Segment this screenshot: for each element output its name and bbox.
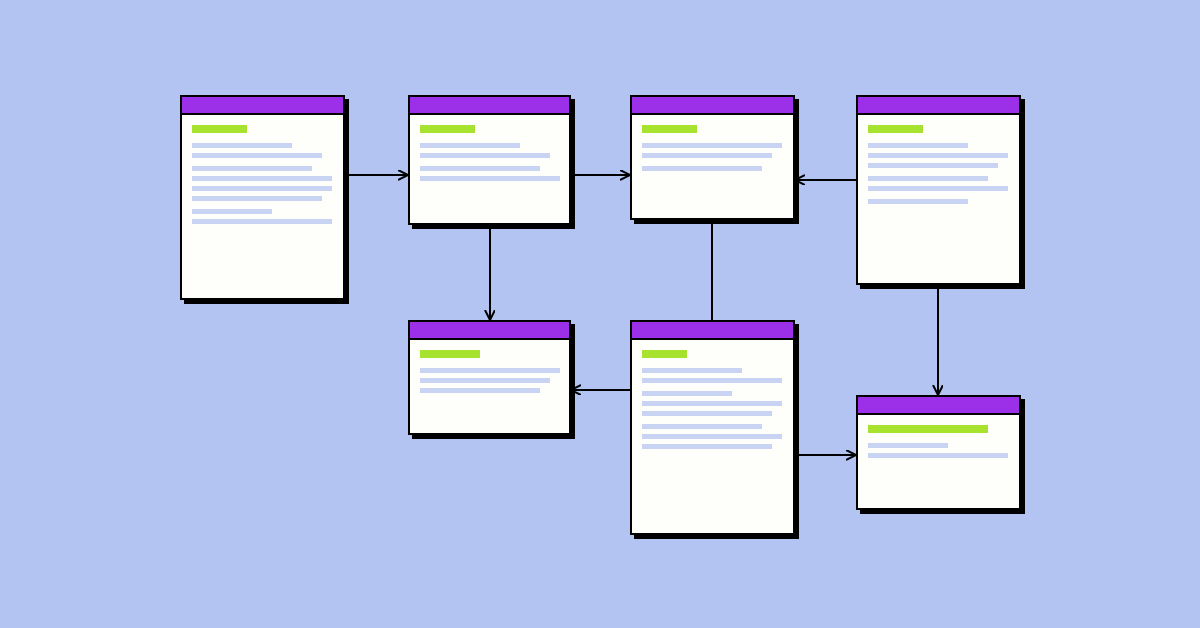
card-body: [858, 415, 1019, 474]
document-card-b: [408, 95, 571, 225]
text-line: [642, 434, 782, 439]
card-header: [410, 97, 569, 115]
card-header: [632, 97, 793, 115]
text-paragraph: [420, 143, 559, 158]
text-line: [642, 401, 782, 406]
text-line: [642, 411, 772, 416]
card-body: [632, 340, 793, 465]
text-line: [642, 378, 782, 383]
text-line: [420, 143, 520, 148]
text-line: [868, 199, 968, 204]
text-paragraph: [642, 166, 783, 171]
text-line: [192, 196, 322, 201]
text-paragraph: [868, 143, 1009, 168]
document-card-e: [408, 320, 571, 435]
document-card-c: [630, 95, 795, 220]
text-paragraph: [420, 368, 559, 393]
text-paragraph: [642, 143, 783, 158]
text-paragraph: [868, 443, 1009, 458]
card-body: [632, 115, 793, 187]
text-line: [192, 186, 332, 191]
text-line: [420, 166, 540, 171]
text-paragraph: [868, 199, 1009, 204]
text-line: [192, 219, 332, 224]
document-card-g: [856, 395, 1021, 510]
text-paragraph: [192, 209, 333, 224]
text-paragraph: [642, 368, 783, 383]
document-card-d: [856, 95, 1021, 285]
text-paragraph: [192, 143, 333, 158]
text-line: [420, 378, 550, 383]
card-header: [858, 97, 1019, 115]
text-paragraph: [642, 424, 783, 449]
text-line: [868, 153, 1008, 158]
text-line: [642, 368, 742, 373]
card-title-highlight: [420, 125, 475, 133]
card-title-highlight: [420, 350, 480, 358]
text-line: [868, 186, 1008, 191]
text-line: [192, 166, 312, 171]
text-line: [868, 453, 1008, 458]
text-paragraph: [868, 176, 1009, 191]
text-line: [642, 166, 762, 171]
document-card-f: [630, 320, 795, 535]
text-line: [420, 368, 560, 373]
card-header: [858, 397, 1019, 415]
text-paragraph: [420, 166, 559, 181]
document-card-a: [180, 95, 345, 300]
text-line: [420, 388, 540, 393]
text-line: [420, 153, 550, 158]
text-line: [642, 143, 782, 148]
text-line: [868, 163, 998, 168]
card-title-highlight: [868, 425, 988, 433]
text-line: [868, 176, 988, 181]
card-body: [182, 115, 343, 240]
card-title-highlight: [868, 125, 923, 133]
text-paragraph: [642, 391, 783, 416]
card-title-highlight: [192, 125, 247, 133]
text-line: [642, 424, 762, 429]
card-title-highlight: [642, 350, 687, 358]
text-line: [192, 153, 322, 158]
text-line: [868, 143, 968, 148]
text-paragraph: [192, 166, 333, 201]
text-line: [192, 143, 292, 148]
card-header: [410, 322, 569, 340]
diagram-canvas: [0, 0, 1200, 628]
card-header: [632, 322, 793, 340]
text-line: [642, 444, 772, 449]
text-line: [192, 209, 272, 214]
text-line: [420, 176, 560, 181]
card-body: [410, 115, 569, 197]
text-line: [642, 391, 732, 396]
text-line: [192, 176, 332, 181]
card-title-highlight: [642, 125, 697, 133]
text-line: [642, 153, 772, 158]
card-header: [182, 97, 343, 115]
card-body: [858, 115, 1019, 220]
card-body: [410, 340, 569, 409]
text-line: [868, 443, 948, 448]
